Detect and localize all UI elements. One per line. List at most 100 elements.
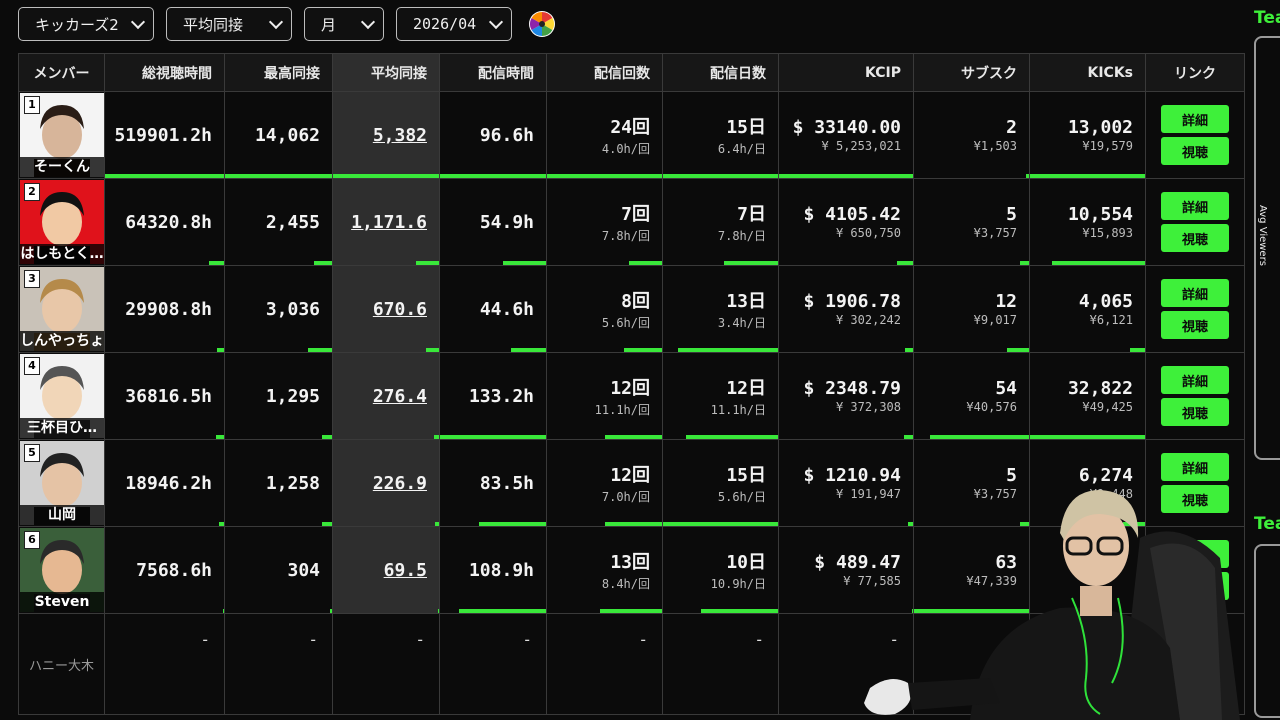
- side-panel-title-2: Tea: [1254, 514, 1280, 534]
- avatar[interactable]: 3 しんやっちょ: [20, 267, 104, 351]
- ratio-bar: [426, 348, 439, 352]
- ratio-bar: [604, 522, 662, 526]
- stat-value-link[interactable]: 670.6: [373, 299, 427, 320]
- member-cell[interactable]: 4 三杯目ひ…: [18, 352, 105, 440]
- stat-cell-stream_time: 108.9h: [439, 526, 547, 614]
- table-row: 1 そーくん 519901.2h 14,062 5,382 96.6h 24回 4.0h/…: [18, 91, 1245, 179]
- stat-cell-peak: 2,455: [224, 178, 333, 266]
- stat-value: 54: [995, 378, 1017, 399]
- detail-button[interactable]: 詳細: [1161, 105, 1229, 133]
- ratio-bar: [547, 174, 662, 178]
- stat-cell-subs: 12 ¥9,017: [913, 265, 1030, 353]
- header-cell[interactable]: KCIP: [778, 53, 914, 92]
- stat-value: $ 2348.79: [803, 378, 901, 399]
- table-row: 4 三杯目ひ… 36816.5h 1,295 276.4 133.2h 12回 11.1h…: [18, 352, 1245, 440]
- member-cell[interactable]: 1 そーくん: [18, 91, 105, 179]
- stat-value: 133.2h: [468, 385, 534, 407]
- watch-button[interactable]: 視聴: [1161, 398, 1229, 426]
- stat-cell-subs: 54 ¥40,576: [913, 352, 1030, 440]
- ratio-bar: [440, 174, 546, 178]
- ratio-bar: [1030, 435, 1145, 439]
- avatar[interactable]: 6 Steven: [20, 528, 104, 612]
- stat-cell-total_watch: 64320.8h: [104, 178, 225, 266]
- empty-value: -: [224, 613, 333, 715]
- header-cell[interactable]: 総視聴時間: [104, 53, 225, 92]
- empty-value: -: [662, 613, 779, 715]
- detail-button[interactable]: 詳細: [1161, 279, 1229, 307]
- member-cell[interactable]: 6 Steven: [18, 526, 105, 614]
- stat-value-link[interactable]: 226.9: [373, 473, 427, 494]
- chevron-down-icon: [268, 14, 284, 29]
- stat-value: 44.6h: [479, 298, 534, 320]
- stat-cell-kcip: $ 4105.42 ¥ 650,750: [778, 178, 914, 266]
- detail-button[interactable]: 詳細: [1161, 192, 1229, 220]
- ratio-bar: [511, 348, 546, 352]
- watch-button[interactable]: 視聴: [1161, 137, 1229, 165]
- header-cell[interactable]: 平均同接: [332, 53, 440, 92]
- stat-subvalue: 6.4h/日: [717, 142, 766, 156]
- ratio-bar: [322, 522, 332, 526]
- member-cell[interactable]: 3 しんやっちょ: [18, 265, 105, 353]
- stat-cell-total_watch: 7568.6h: [104, 526, 225, 614]
- stat-value-link[interactable]: 1,171.6: [351, 212, 427, 233]
- detail-button[interactable]: 詳細: [1161, 366, 1229, 394]
- roulette-wheel-icon[interactable]: [528, 10, 556, 38]
- watch-button[interactable]: 視聴: [1161, 311, 1229, 339]
- ratio-bar: [663, 174, 778, 178]
- member-cell[interactable]: 2 はしもとく…: [18, 178, 105, 266]
- stat-cell-avg: 276.4: [332, 352, 440, 440]
- stat-cell-subs: 2 ¥1,503: [913, 91, 1030, 179]
- link-cell: 詳細 視聴: [1145, 265, 1245, 353]
- stat-value-link[interactable]: 276.4: [373, 386, 427, 407]
- stat-subvalue: ¥1,503: [973, 139, 1017, 153]
- ratio-bar: [624, 348, 662, 352]
- stat-cell-count: 12回 11.1h/回: [546, 352, 663, 440]
- month-select[interactable]: 2026/04: [396, 7, 512, 41]
- stat-value: 29908.8h: [125, 298, 212, 320]
- ratio-bar: [686, 435, 778, 439]
- metric-select[interactable]: 平均同接: [166, 7, 292, 41]
- avatar[interactable]: 4 三杯目ひ…: [20, 354, 104, 438]
- header-cell[interactable]: KICKs: [1029, 53, 1146, 92]
- header-cell[interactable]: メンバー: [18, 53, 105, 92]
- period-select[interactable]: 月: [304, 7, 384, 41]
- stat-cell-total_watch: 519901.2h: [104, 91, 225, 179]
- stat-subvalue: 5.6h/日: [717, 490, 766, 504]
- stat-value: 32,822: [1067, 378, 1133, 399]
- member-cell[interactable]: 5 山岡: [18, 439, 105, 527]
- header-cell[interactable]: 配信時間: [439, 53, 547, 92]
- ratio-bar: [313, 261, 332, 265]
- ratio-bar: [308, 348, 332, 352]
- header-cell[interactable]: 配信回数: [546, 53, 663, 92]
- stat-subvalue: 10.9h/日: [710, 577, 766, 591]
- stat-cell-days: 10日 10.9h/日: [662, 526, 779, 614]
- ratio-bar: [479, 522, 546, 526]
- stat-value: 4,065: [1078, 291, 1133, 312]
- detail-button[interactable]: 詳細: [1161, 453, 1229, 481]
- stat-subvalue: 4.0h/回: [601, 142, 650, 156]
- avatar[interactable]: 1 そーくん: [20, 93, 104, 177]
- stat-cell-kicks: 10,554 ¥15,893: [1029, 178, 1146, 266]
- header-cell[interactable]: 最高同接: [224, 53, 333, 92]
- ratio-bar: [1019, 261, 1029, 265]
- group-select[interactable]: キッカーズ2: [18, 7, 154, 41]
- avatar[interactable]: 2 はしもとく…: [20, 180, 104, 264]
- filter-toolbar: キッカーズ2 平均同接 月 2026/04: [18, 6, 556, 42]
- stat-cell-count: 24回 4.0h/回: [546, 91, 663, 179]
- ratio-bar: [215, 435, 224, 439]
- header-cell[interactable]: 配信日数: [662, 53, 779, 92]
- stat-value: 54.9h: [479, 211, 534, 233]
- stat-subvalue: ¥ 650,750: [835, 226, 901, 240]
- ratio-bar: [604, 435, 662, 439]
- avatar[interactable]: 5 山岡: [20, 441, 104, 525]
- stat-subvalue: 7.8h/回: [601, 229, 650, 243]
- header-cell[interactable]: サブスク: [913, 53, 1030, 92]
- stat-subvalue: ¥9,017: [973, 313, 1017, 327]
- stat-cell-kicks: 13,002 ¥19,579: [1029, 91, 1146, 179]
- watch-button[interactable]: 視聴: [1161, 224, 1229, 252]
- stat-value-link[interactable]: 5,382: [373, 125, 427, 146]
- stat-cell-kicks: 4,065 ¥6,121: [1029, 265, 1146, 353]
- stat-value-link[interactable]: 69.5: [384, 560, 427, 581]
- stat-cell-stream_time: 54.9h: [439, 178, 547, 266]
- member-name-empty[interactable]: ハニー大木: [18, 613, 105, 715]
